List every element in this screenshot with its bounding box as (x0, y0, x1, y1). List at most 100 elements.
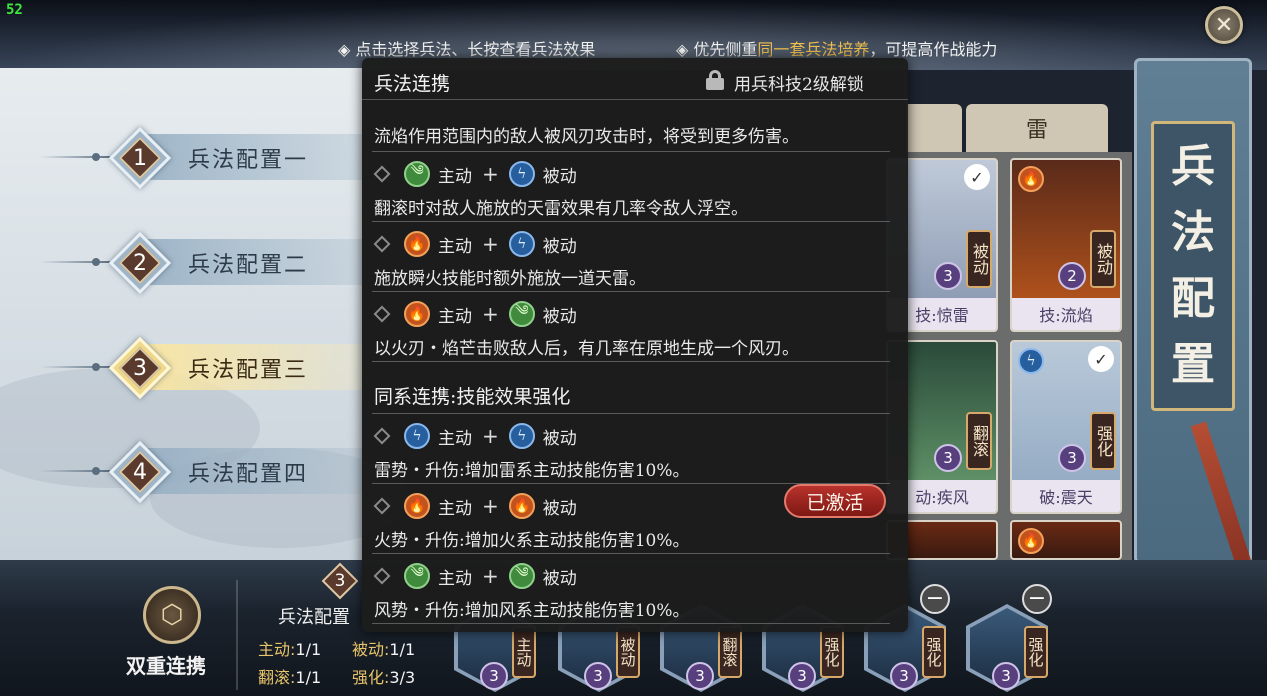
config-item-3[interactable]: 3 兵法配置三 (0, 330, 362, 404)
remove-slot-button[interactable]: − (1022, 584, 1052, 614)
combo-entry: ϟ 主动 + ϟ 被动 雷势・升伤:增加雷系主动技能伤害10%。 (372, 414, 890, 484)
bullet-icon (373, 165, 391, 183)
bullet-icon (373, 305, 391, 323)
config-diamond-badge: 3 (108, 336, 172, 400)
stat-enhance: 强化:3/3 (352, 668, 416, 687)
thunder-icon: ϟ (508, 423, 535, 449)
stat-active: 主动:1/1 (258, 640, 322, 659)
hint-select-text: 点击选择兵法、长按查看兵法效果 (355, 40, 596, 59)
thunder-icon: ϟ (404, 423, 430, 449)
config-diamond-badge: 1 (108, 126, 172, 190)
current-config-badge: 3 (321, 562, 359, 600)
current-config-name: 兵法配置 (278, 607, 350, 628)
skill-card-partial[interactable]: 🔥 (1010, 520, 1122, 560)
scroll-title: 兵 法 配 置 (1151, 121, 1235, 411)
config-list-panel: 1 兵法配置一 2 兵法配置二 3 兵法配置三 4 兵法配置四 (0, 68, 410, 560)
combo-entry: 流焰作用范围内的敌人被风刃攻击时，将受到更多伤害。 (372, 100, 890, 152)
combo-desc: 流焰作用范围内的敌人被风刃攻击时，将受到更多伤害。 (374, 127, 799, 147)
combo-entry: ༄ 主动 + ϟ 被动 翻滚时对敌人施放的天雷效果有几率令敌人浮空。 (372, 152, 890, 222)
close-icon: ✕ (1214, 12, 1234, 38)
fire-icon: 🔥 (404, 231, 430, 257)
combo-desc: 翻滚时对敌人施放的天雷效果有几率令敌人浮空。 (374, 199, 748, 219)
card-title: 破:震天 (1012, 480, 1120, 512)
combo-pair: ༄ 主动 + ༄ 被动 (372, 562, 577, 590)
fire-element-icon: 🔥 (1018, 528, 1044, 554)
lock-icon (706, 70, 724, 90)
combo-desc: 以火刃・焰芒击败敌人后，有几率在原地生成一个风刃。 (374, 339, 799, 359)
check-icon: ✓ (964, 164, 990, 190)
check-icon: ✓ (1088, 346, 1114, 372)
combo-pair: 🔥 主动 + ϟ 被动 (372, 230, 577, 258)
bullet-icon (373, 427, 391, 445)
config-label: 兵法配置四 (188, 462, 309, 487)
unlock-requirement: 用兵科技2级解锁 (734, 75, 864, 95)
card-tag: 被动 (966, 230, 992, 288)
remove-slot-button[interactable]: − (920, 584, 950, 614)
fire-icon: 🔥 (404, 301, 430, 327)
card-level: 3 (934, 262, 962, 290)
config-dot (92, 153, 100, 161)
config-item-4[interactable]: 4 兵法配置四 (0, 434, 362, 508)
combo-desc: 风势・升伤:增加风系主动技能伤害10%。 (374, 601, 690, 621)
combo-pair: 🔥 主动 + 🔥 被动 (372, 492, 577, 520)
bullet-icon (373, 497, 391, 515)
dual-link-label: 双重连携 (126, 654, 206, 678)
popup-header: 兵法连携 用兵科技2级解锁 (362, 58, 908, 100)
hint-focus-highlight: 同一套兵法培养 (757, 40, 870, 59)
skill-card-zhentian[interactable]: ϟ ✓ 强化 3 破:震天 (1010, 340, 1122, 514)
combo-desc: 火势・升伤:增加火系主动技能伤害10%。 (374, 531, 690, 551)
card-title: 技:流焰 (1012, 298, 1120, 330)
fire-icon: 🔥 (508, 493, 535, 519)
scroll-banner: 兵 法 配 置 (1134, 58, 1252, 564)
config-dot (92, 258, 100, 266)
config-label: 兵法配置一 (188, 148, 309, 173)
combo-entry: ༄ 主动 + ༄ 被动 风势・升伤:增加风系主动技能伤害10%。 (372, 554, 890, 624)
card-level: 3 (1058, 444, 1086, 472)
config-diamond-badge: 2 (108, 231, 172, 295)
hint-focus-suffix: ，可提高作战能力 (869, 40, 998, 59)
close-button[interactable]: ✕ (1205, 6, 1243, 44)
config-diamond-badge: 4 (108, 440, 172, 504)
wind-icon: ༄ (508, 563, 535, 589)
stat-passive: 被动:1/1 (352, 640, 416, 659)
config-item-1[interactable]: 1 兵法配置一 (0, 120, 362, 194)
skill-card-liuyan[interactable]: 🔥 被动 2 技:流焰 (1010, 158, 1122, 332)
card-tag: 被动 (1090, 230, 1116, 288)
card-tag: 翻滚 (966, 412, 992, 470)
thunder-icon: ϟ (508, 161, 535, 187)
bullet-icon (373, 235, 391, 253)
activated-badge: 已激活 (784, 484, 886, 518)
section-divider (372, 362, 890, 414)
thunder-element-icon: ϟ (1018, 348, 1044, 374)
combo-desc: 施放瞬火技能时额外施放一道天雷。 (374, 269, 646, 289)
wind-icon: ༄ (404, 563, 430, 589)
bottom-divider (236, 580, 238, 690)
card-tag: 强化 (1090, 412, 1116, 470)
card-level: 3 (934, 444, 962, 472)
config-item-2[interactable]: 2 兵法配置二 (0, 225, 362, 299)
fire-element-icon: 🔥 (1018, 166, 1044, 192)
config-label: 兵法配置二 (188, 253, 309, 278)
stat-roll: 翻滚:1/1 (258, 668, 322, 687)
combo-pair: ϟ 主动 + ϟ 被动 (372, 422, 577, 450)
combo-pair: ༄ 主动 + ϟ 被动 (372, 160, 577, 188)
config-dot (92, 467, 100, 475)
config-label: 兵法配置三 (188, 358, 309, 383)
combo-pair: 🔥 主动 + ༄ 被动 (372, 300, 577, 328)
hint-focus-prefix: 优先侧重 (693, 40, 758, 59)
tab-hidden[interactable] (906, 104, 962, 152)
hint-select: ◈ 点击选择兵法、长按查看兵法效果 (338, 40, 596, 59)
fps-counter: 52 (6, 2, 23, 18)
fire-icon: 🔥 (404, 493, 430, 519)
dual-link-icon[interactable]: ⬡ (143, 586, 201, 644)
config-dot (92, 363, 100, 371)
thunder-icon: ϟ (508, 231, 535, 257)
combo-popup: 兵法连携 用兵科技2级解锁 流焰作用范围内的敌人被风刃攻击时，将受到更多伤害。 … (362, 58, 908, 632)
tab-thunder[interactable]: 雷 (966, 104, 1108, 152)
wind-icon: ༄ (404, 161, 430, 187)
bullet-icon (373, 567, 391, 585)
equipped-slot-6[interactable]: 强化 3 (966, 604, 1048, 692)
hint-focus: ◈ 优先侧重同一套兵法培养，可提高作战能力 (676, 40, 998, 59)
combo-desc: 雷势・升伤:增加雷系主动技能伤害10%。 (374, 461, 690, 481)
wind-icon: ༄ (508, 301, 535, 327)
